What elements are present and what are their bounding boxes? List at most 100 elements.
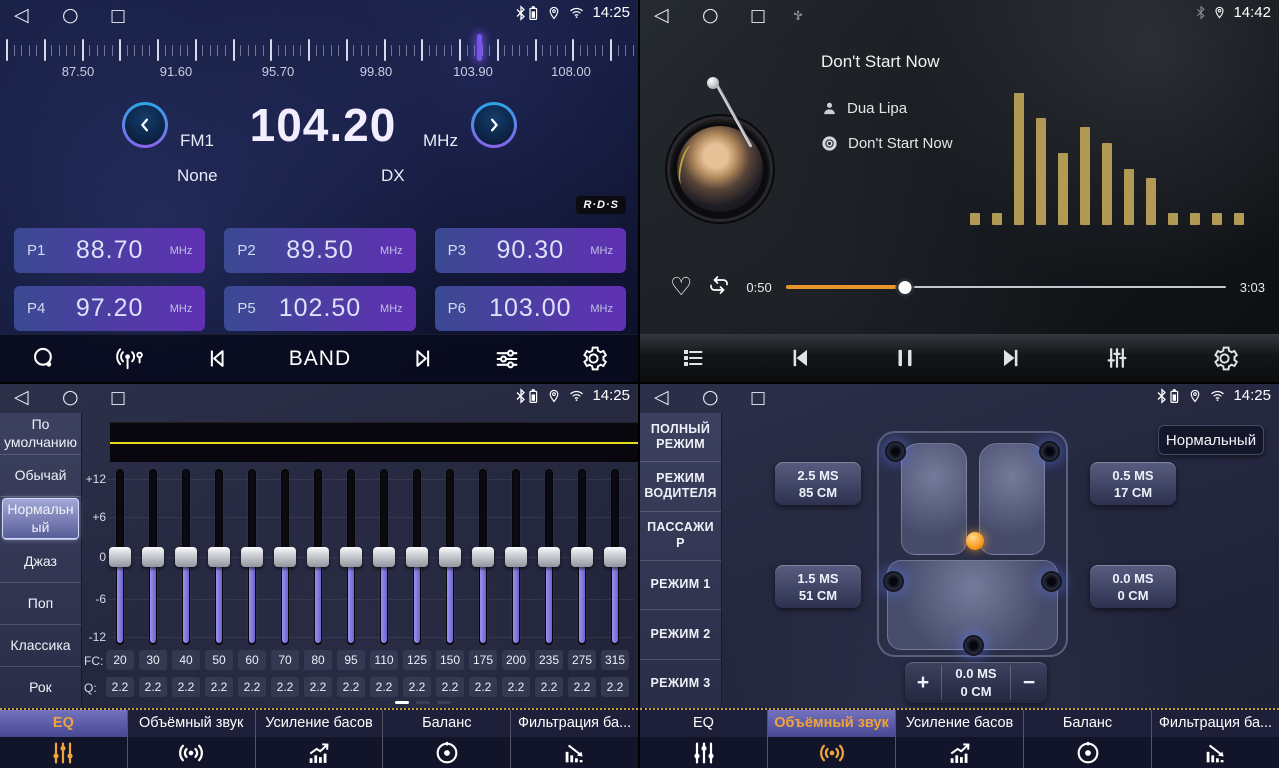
eq-band-slider-235hz[interactable] [538,469,560,645]
tab-filter[interactable]: Фильтрация ба... [511,710,638,768]
preset-button-p1[interactable]: P188.70MHz [14,228,205,273]
page-dash[interactable] [416,701,430,704]
fc-value[interactable]: 60 [238,650,266,670]
back-icon[interactable]: ◁ [14,387,29,407]
broadcast-button[interactable] [115,345,147,373]
listening-position-marker[interactable] [966,532,984,550]
preset-button-p5[interactable]: P5102.50MHz [224,286,415,331]
fc-value[interactable]: 275 [568,650,596,670]
page-dash[interactable] [437,701,451,704]
eq-preset-item[interactable]: Поп [0,583,81,625]
eq-band-slider-125hz[interactable] [406,469,428,645]
eq-preset-item[interactable]: Нормальный [2,498,79,540]
tab-filter[interactable]: Фильтрация ба... [1152,710,1279,768]
front-right-speaker-icon[interactable] [1039,441,1060,462]
fc-value[interactable]: 125 [403,650,431,670]
tab-surround[interactable]: Объёмный звук [128,710,256,768]
settings-button[interactable] [579,344,608,373]
slider-thumb[interactable] [505,547,527,567]
slider-thumb[interactable] [142,547,164,567]
fc-value[interactable]: 70 [271,650,299,670]
slider-thumb[interactable] [274,547,296,567]
q-value[interactable]: 2.2 [535,677,563,697]
eq-band-slider-175hz[interactable] [472,469,494,645]
tab-bass-boost[interactable]: Усиление басов [896,710,1024,768]
rear-right-delay-button[interactable]: 0.0 MS 0 CM [1090,565,1176,608]
mode-item[interactable]: РЕЖИМ 3 [640,660,721,708]
equalizer-button[interactable] [1103,344,1131,372]
preset-button-p3[interactable]: P390.30MHz [435,228,626,273]
q-value[interactable]: 2.2 [502,677,530,697]
previous-track-button[interactable] [786,344,814,372]
eq-band-slider-200hz[interactable] [505,469,527,645]
tab-eq[interactable]: EQ [640,710,768,768]
eq-band-slider-80hz[interactable] [307,469,329,645]
pause-button[interactable] [892,344,918,372]
fc-value[interactable]: 150 [436,650,464,670]
eq-preset-item[interactable]: Джаз [0,541,81,583]
seek-thumb[interactable] [898,281,911,294]
delay-decrease-button[interactable]: − [1011,671,1047,695]
eq-band-slider-70hz[interactable] [274,469,296,645]
q-value[interactable]: 2.2 [601,677,629,697]
preset-button-p2[interactable]: P289.50MHz [224,228,415,273]
next-track-button[interactable] [997,344,1025,372]
mode-item[interactable]: РЕЖИМ 1 [640,561,721,610]
recents-icon[interactable]: □ [750,6,766,26]
repeat-button[interactable] [706,273,732,302]
station-scan-button[interactable] [30,345,57,372]
seek-bar[interactable] [786,280,1226,294]
fc-value[interactable]: 30 [139,650,167,670]
eq-band-slider-315hz[interactable] [604,469,626,645]
fc-value[interactable]: 235 [535,650,563,670]
eq-band-slider-40hz[interactable] [175,469,197,645]
preset-next-button[interactable] [409,345,436,372]
slider-thumb[interactable] [439,547,461,567]
preset-prev-button[interactable] [204,345,231,372]
q-value[interactable]: 2.2 [403,677,431,697]
front-left-delay-button[interactable]: 2.5 MS 85 CM [775,462,861,505]
slider-thumb[interactable] [241,547,263,567]
fc-value[interactable]: 40 [172,650,200,670]
back-icon[interactable]: ◁ [654,387,669,407]
mode-item[interactable]: РЕЖИМ ВОДИТЕЛЯ [640,462,721,511]
fc-value[interactable]: 20 [106,650,134,670]
home-icon[interactable]: ○ [62,387,79,407]
recents-icon[interactable]: □ [110,6,126,26]
rear-left-speaker-icon[interactable] [883,571,904,592]
eq-preset-item[interactable]: Рок [0,667,81,708]
preset-button-p6[interactable]: P6103.00MHz [435,286,626,331]
tab-balance[interactable]: Баланс [1024,710,1152,768]
mode-item[interactable]: ПОЛНЫЙ РЕЖИМ [640,413,721,462]
tab-eq[interactable]: EQ [0,710,128,768]
eq-band-slider-275hz[interactable] [571,469,593,645]
q-value[interactable]: 2.2 [436,677,464,697]
eq-band-slider-95hz[interactable] [340,469,362,645]
rear-left-delay-button[interactable]: 1.5 MS 51 CM [775,565,861,608]
q-value[interactable]: 2.2 [304,677,332,697]
delay-increase-button[interactable]: + [905,671,941,695]
rear-right-speaker-icon[interactable] [1041,571,1062,592]
q-value[interactable]: 2.2 [337,677,365,697]
band-button[interactable]: BAND [289,347,351,371]
slider-thumb[interactable] [538,547,560,567]
album-art[interactable] [667,116,773,222]
q-value[interactable]: 2.2 [271,677,299,697]
home-icon[interactable]: ○ [702,387,719,407]
playlist-button[interactable] [680,346,707,370]
q-value[interactable]: 2.2 [469,677,497,697]
seek-up-button[interactable] [471,102,517,148]
fc-value[interactable]: 80 [304,650,332,670]
front-right-delay-button[interactable]: 0.5 MS 17 CM [1090,462,1176,505]
q-value[interactable]: 2.2 [205,677,233,697]
center-rear-speaker-icon[interactable] [963,635,984,656]
slider-thumb[interactable] [373,547,395,567]
eq-band-slider-60hz[interactable] [241,469,263,645]
eq-preset-item[interactable]: Обычай [0,455,81,497]
slider-thumb[interactable] [406,547,428,567]
fc-value[interactable]: 50 [205,650,233,670]
q-value[interactable]: 2.2 [370,677,398,697]
tab-surround[interactable]: Объёмный звук [768,710,896,768]
mode-item[interactable]: ПАССАЖИР [640,512,721,561]
q-value[interactable]: 2.2 [238,677,266,697]
